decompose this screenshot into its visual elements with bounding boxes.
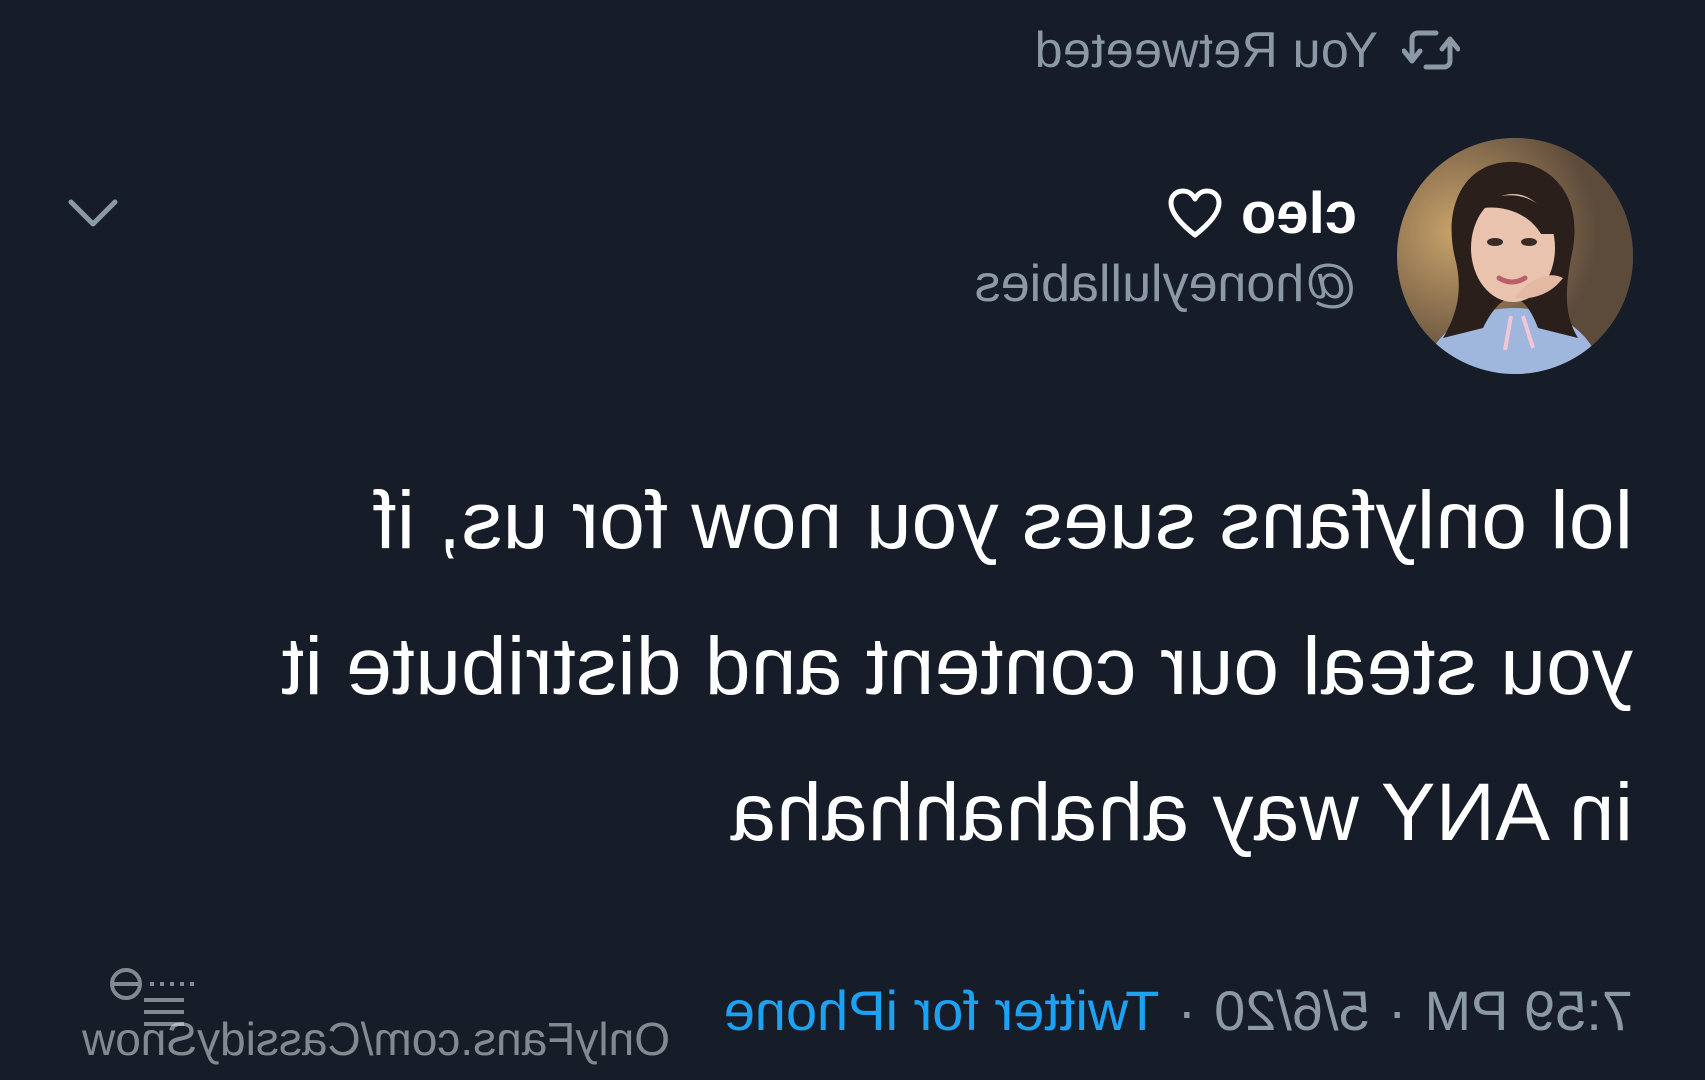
tweet-text-line: in ANY way ahahahhaha xyxy=(730,767,1633,858)
watermark-text: OnlyFans.com/CassidySnow xyxy=(82,1013,670,1065)
meta-separator: · xyxy=(1177,978,1197,1042)
meta-separator: · xyxy=(1387,978,1407,1042)
tweet-date[interactable]: 5/6/20 xyxy=(1214,978,1370,1043)
tweet-text: lol onlyfans sues you now for us, if you… xyxy=(73,448,1633,886)
retweet-label: You Retweeted xyxy=(1034,22,1378,78)
tweet-text-line: you steal our content and distribute it xyxy=(281,621,1633,712)
retweet-icon xyxy=(1400,26,1462,74)
tweet-screenshot: You Retweeted cleo @honeylullabies lol o… xyxy=(0,0,1705,1080)
profile-photo xyxy=(1397,138,1633,374)
tweet-meta: 7:59 PM · 5/6/20 · Twitter for iPhone xyxy=(724,970,1633,1050)
heart-outline-icon xyxy=(1167,187,1223,239)
mirrored-tweet: You Retweeted cleo @honeylullabies lol o… xyxy=(0,0,1705,1080)
display-name[interactable]: cleo xyxy=(1241,180,1357,247)
avatar[interactable] xyxy=(1397,138,1633,374)
tweet-text-line: lol onlyfans sues you now for us, if xyxy=(373,475,1633,566)
retweet-indicator[interactable]: You Retweeted xyxy=(1034,22,1462,78)
author-info[interactable]: cleo @honeylullabies xyxy=(975,178,1357,314)
tweet-source-link[interactable]: Twitter for iPhone xyxy=(724,978,1160,1043)
tweet-time[interactable]: 7:59 PM xyxy=(1424,978,1633,1043)
more-options-button[interactable] xyxy=(65,196,121,232)
user-handle[interactable]: @honeylullabies xyxy=(975,254,1357,314)
chevron-down-icon xyxy=(68,199,118,227)
